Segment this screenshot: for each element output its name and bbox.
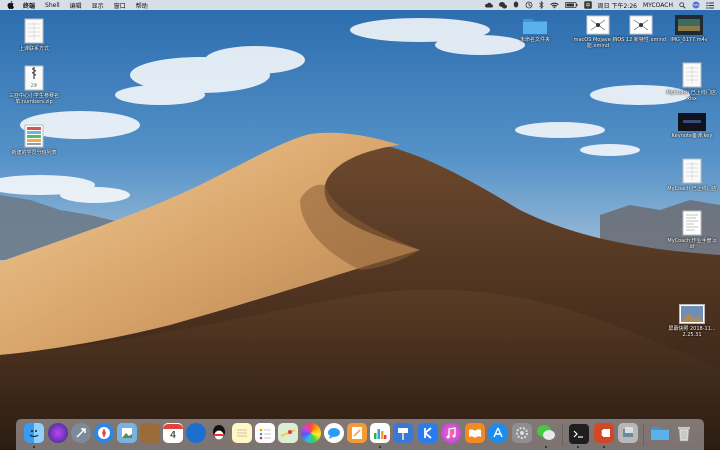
powerpoint-icon[interactable]: P (594, 423, 614, 443)
desktop-icon-keynote[interactable]: Keynote备课.key (666, 113, 718, 139)
qq-status-icon[interactable] (513, 1, 519, 9)
desktop-icon-label: 三亚中心小学生参赛名单.numbers.zip (8, 93, 59, 105)
desktop-icon-ios12-xmind[interactable]: iOS 12 新特性.xmind (615, 15, 667, 43)
running-indicator (379, 446, 381, 448)
keynote-icon[interactable] (393, 423, 413, 443)
folder-icon (523, 19, 547, 34)
books-app-icon[interactable] (465, 423, 485, 443)
menu-shell[interactable]: Shell (45, 2, 60, 9)
desktop-icon-manual-pdf[interactable]: MyCoach 作业手册.pdf (666, 210, 718, 250)
menu-view[interactable]: 显示 (92, 1, 104, 10)
wechat-icon[interactable] (536, 423, 556, 443)
xmind-file-icon (586, 15, 610, 35)
running-indicator (577, 446, 579, 448)
qq-icon[interactable] (209, 423, 229, 443)
desktop-icon-contacts-doc[interactable]: 上课联系方式 (8, 18, 60, 52)
pdf-file-icon (682, 210, 702, 236)
menu-app-name[interactable]: 终端 (23, 1, 35, 10)
spreadsheet-file-icon (24, 18, 44, 44)
desktop: 终端 Shell 编辑 显示 窗口 帮助 中 周日 下午2:26 MYCOACH… (0, 0, 720, 450)
desert-wallpaper (0, 0, 720, 450)
apple-menu-icon[interactable] (7, 1, 15, 9)
spreadsheet-file-icon (682, 158, 702, 184)
safari-icon[interactable] (94, 423, 114, 443)
spotlight-search-icon[interactable] (679, 1, 686, 9)
running-indicator (33, 446, 35, 448)
desktop-icon-label: 上课联系方式 (18, 46, 49, 52)
reminders-icon[interactable] (255, 423, 275, 443)
desktop-icon-label: iOS 12 新特性.xmind (615, 37, 667, 43)
photos-icon[interactable] (301, 423, 321, 443)
desktop-icon-class-list[interactable]: 新建的学员分班列表 (8, 124, 60, 156)
menu-clock[interactable]: 周日 下午2:26 (598, 1, 637, 10)
desktop-icon-label: MyCoach 作业手册.pdf (667, 238, 717, 250)
edge-browser-icon[interactable] (186, 423, 206, 443)
video-thumbnail-icon (675, 15, 703, 35)
pages-icon[interactable] (347, 423, 367, 443)
desktop-icon-label: IMG_0177.m4v (670, 37, 708, 43)
calendar-icon[interactable]: 4 (163, 423, 183, 443)
notebook-app-icon[interactable] (140, 423, 160, 443)
launchpad-icon[interactable] (71, 423, 91, 443)
wifi-icon[interactable] (549, 2, 559, 9)
excel-file-icon (682, 62, 702, 88)
notification-center-icon[interactable] (706, 1, 714, 9)
desktop-icon-stores-xlsx[interactable]: MyCoach 已上线门店.xlsx (666, 62, 718, 102)
zip-file-icon: ZIP (24, 65, 44, 91)
desktop-icon-stores[interactable]: MyCoach 已上线门店 (666, 158, 718, 192)
dock-separator (562, 424, 563, 446)
xmind-file-icon (629, 15, 653, 35)
numbers-icon[interactable] (370, 423, 390, 443)
maps-icon[interactable] (278, 423, 298, 443)
menu-user[interactable]: MYCOACH (643, 2, 673, 9)
desktop-icon-video-file[interactable]: IMG_0177.m4v (663, 15, 715, 43)
image-thumbnail-icon (679, 304, 705, 324)
svg-text:中: 中 (585, 2, 590, 9)
menu-help[interactable]: 帮助 (136, 1, 148, 10)
notes-icon[interactable] (232, 423, 252, 443)
onedrive-cloud-icon[interactable] (484, 2, 493, 8)
desktop-icon-label: Keynote备课.key (671, 133, 713, 139)
siri-icon[interactable] (692, 1, 700, 9)
running-indicator (603, 446, 605, 448)
wechat-status-icon[interactable] (498, 1, 507, 9)
running-indicator (545, 446, 547, 448)
svg-text:ZIP: ZIP (31, 83, 38, 88)
desktop-icon-screenshot[interactable]: 屏幕快照 2018-11...2.25.31 (666, 304, 718, 338)
battery-icon[interactable] (564, 2, 578, 8)
input-method-icon[interactable]: 中 (583, 1, 592, 9)
menu-edit[interactable]: 编辑 (70, 1, 82, 10)
terminal-icon[interactable] (568, 423, 590, 445)
desktop-icon-untitled-folder[interactable]: 未命名文件夹 (509, 15, 561, 43)
siri-dock-icon[interactable] (48, 423, 68, 443)
desktop-icon-label: 新建的学员分班列表 (11, 150, 57, 156)
desktop-icon-label: MyCoach 已上线门店.xlsx (666, 90, 718, 102)
downloads-folder-icon[interactable] (650, 423, 670, 443)
messages-icon[interactable] (324, 423, 344, 443)
numbers-file-icon (24, 124, 44, 148)
trash-icon[interactable] (674, 423, 694, 443)
desktop-icon-label: 未命名文件夹 (519, 37, 550, 43)
desktop-icon-label: MyCoach 已上线门店 (667, 186, 717, 192)
itunes-icon[interactable] (441, 423, 461, 443)
app-store-icon[interactable] (488, 423, 508, 443)
dock: 4 P (16, 419, 704, 450)
preview-icon[interactable] (117, 423, 137, 443)
preview-documents-icon[interactable] (618, 423, 638, 443)
dock-separator (643, 424, 644, 446)
finder-icon[interactable] (24, 423, 44, 443)
keynote-thumbnail-icon (678, 113, 706, 131)
timemachine-icon[interactable] (525, 1, 533, 9)
kuaikan-app-icon[interactable] (418, 423, 438, 443)
calendar-day: 4 (169, 429, 177, 441)
bluetooth-icon[interactable] (538, 1, 544, 9)
desktop-icon-zip-archive[interactable]: ZIP 三亚中心小学生参赛名单.numbers.zip (8, 65, 60, 105)
svg-text:P: P (601, 429, 607, 438)
desktop-icon-label: 屏幕快照 2018-11...2.25.31 (668, 326, 716, 338)
menu-window[interactable]: 窗口 (114, 1, 126, 10)
system-preferences-icon[interactable] (512, 423, 532, 443)
menu-bar: 终端 Shell 编辑 显示 窗口 帮助 中 周日 下午2:26 MYCOACH (0, 0, 720, 10)
